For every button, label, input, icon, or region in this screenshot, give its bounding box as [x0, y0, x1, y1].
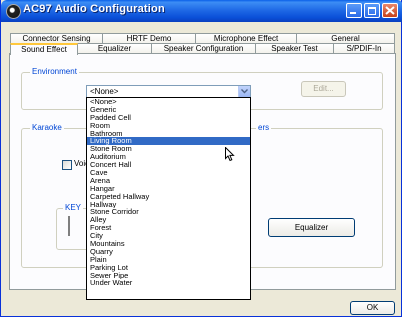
tab-connector-sensing[interactable]: Connector Sensing: [10, 33, 103, 43]
list-item-highlighted[interactable]: Living Room: [87, 137, 250, 146]
list-item[interactable]: Stone Corridor: [87, 208, 250, 216]
tab-general[interactable]: General: [296, 33, 395, 43]
list-item[interactable]: Hallway: [87, 201, 250, 209]
tab-sound-effect[interactable]: Sound Effect: [10, 43, 78, 55]
chevron-down-icon: [241, 89, 248, 94]
list-item[interactable]: Carpeted Hallway: [87, 193, 250, 201]
list-item[interactable]: City: [87, 232, 250, 240]
close-icon: [385, 6, 395, 15]
list-item[interactable]: Bathroom: [87, 130, 250, 138]
dropdown-arrow[interactable]: [238, 86, 250, 97]
voice-cancellation-checkbox[interactable]: [62, 160, 72, 170]
equalizer-group: ers: [246, 123, 383, 268]
list-item[interactable]: Parking Lot: [87, 264, 250, 272]
key-slider-track[interactable]: [68, 216, 70, 236]
environment-group-label: Environment: [30, 67, 79, 76]
close-button[interactable]: [382, 3, 398, 18]
tab-spdif-in[interactable]: S/PDIF-In: [333, 43, 395, 53]
list-item[interactable]: Room: [87, 122, 250, 130]
list-item[interactable]: Cave: [87, 169, 250, 177]
list-item[interactable]: <None>: [87, 98, 250, 106]
list-item[interactable]: Concert Hall: [87, 161, 250, 169]
list-item[interactable]: Under Water: [87, 279, 250, 287]
karaoke-group-label: Karaoke: [30, 123, 64, 132]
edit-button[interactable]: Edit...: [301, 81, 346, 97]
window-title: AC97 Audio Configuration: [23, 3, 165, 15]
environment-dropdown-list[interactable]: <None> Generic Padded Cell Room Bathroom…: [86, 97, 251, 300]
tab-microphone-effect[interactable]: Microphone Effect: [195, 33, 297, 43]
equalizer-button[interactable]: Equalizer: [268, 218, 355, 237]
list-item[interactable]: Mountains: [87, 240, 250, 248]
mouse-pointer-icon: [225, 147, 235, 162]
list-item[interactable]: Padded Cell: [87, 114, 250, 122]
app-window: AC97 Audio Configuration Connector Sensi…: [0, 0, 402, 317]
list-item[interactable]: Hangar: [87, 185, 250, 193]
title-bar[interactable]: AC97 Audio Configuration: [1, 0, 402, 22]
list-item[interactable]: Plain: [87, 256, 250, 264]
tab-speaker-configuration[interactable]: Speaker Configuration: [151, 43, 256, 53]
list-item[interactable]: Quarry: [87, 248, 250, 256]
list-item[interactable]: Forest: [87, 224, 250, 232]
maximize-button[interactable]: [364, 3, 380, 18]
tab-hrtf-demo[interactable]: HRTF Demo: [102, 33, 196, 43]
list-item[interactable]: Arena: [87, 177, 250, 185]
environment-selected-value: <None>: [90, 87, 119, 96]
app-speaker-icon: [6, 4, 21, 19]
list-item[interactable]: Alley: [87, 216, 250, 224]
minimize-button[interactable]: [346, 3, 362, 18]
list-item[interactable]: Sewer Pipe: [87, 272, 250, 280]
ok-button[interactable]: OK: [350, 301, 395, 315]
list-item[interactable]: Generic: [87, 106, 250, 114]
tab-equalizer[interactable]: Equalizer: [77, 43, 152, 53]
equalizer-group-label-partial: ers: [256, 123, 272, 132]
key-group-label: KEY: [63, 203, 84, 212]
tab-speaker-test[interactable]: Speaker Test: [255, 43, 334, 53]
